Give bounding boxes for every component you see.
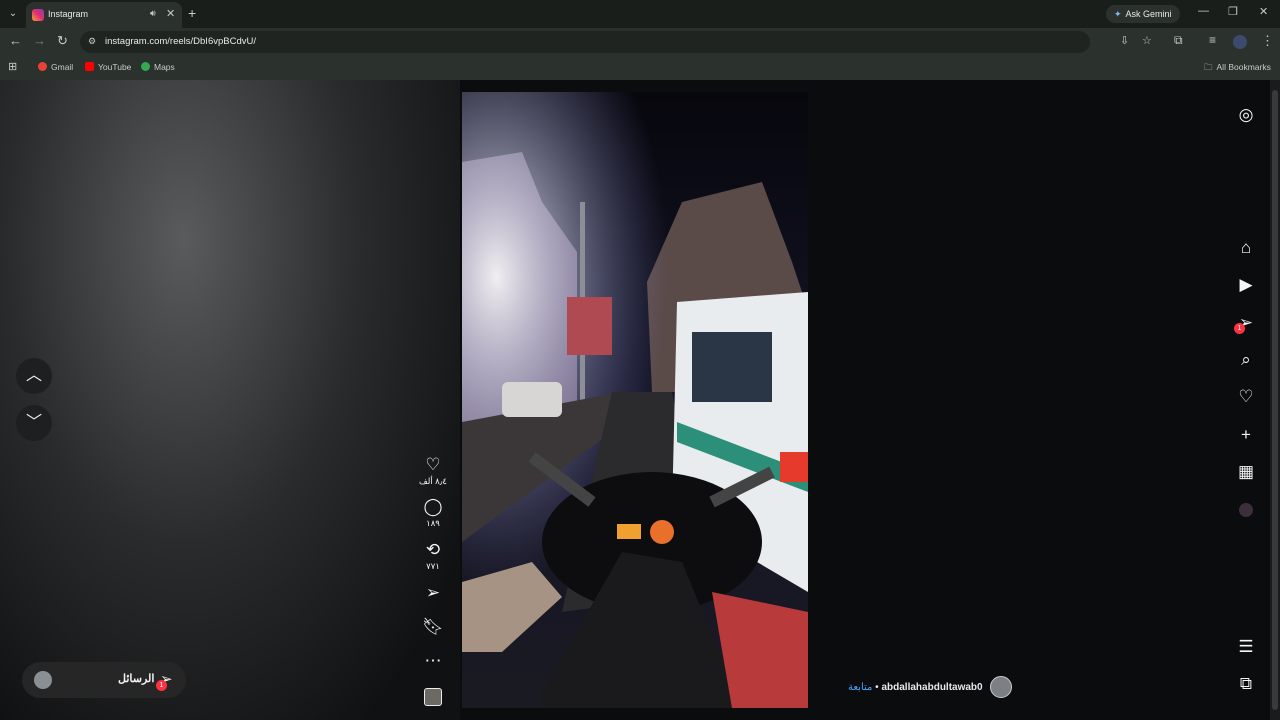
apps-grid-icon[interactable]: ⊞ <box>8 60 17 73</box>
site-info-icon[interactable]: ⚙ <box>88 36 100 48</box>
profile-avatar-small <box>1239 502 1253 517</box>
comment-bubble-icon: ◯ <box>423 497 443 516</box>
speaker-icon[interactable]: 🔊︎ <box>150 8 156 19</box>
reload-icon[interactable]: ↻ <box>57 33 68 49</box>
back-icon[interactable]: ← <box>9 33 22 48</box>
menu-kebab-icon[interactable]: ⋮ <box>1261 33 1274 49</box>
more-dots-icon: ⋯ <box>424 651 442 670</box>
chevron-down-icon: ﹀ <box>25 414 42 431</box>
also-from-meta-icon[interactable]: ⧉ <box>1232 670 1260 698</box>
extensions-icon[interactable]: ⧉ <box>1174 33 1183 48</box>
youtube-icon <box>85 62 94 71</box>
audio-thumbnail[interactable] <box>424 688 442 706</box>
bookmark-icon: 🔖︎ <box>422 617 444 636</box>
install-app-icon[interactable]: ⇩ <box>1120 34 1129 47</box>
bookmarks-bar: ⊞ Gmail YouTube Maps 🗀 All Bookmarks <box>0 56 1280 80</box>
profile-icon[interactable] <box>1232 495 1260 523</box>
bookmark-label: Maps <box>154 62 175 72</box>
restore-button[interactable]: ❐ <box>1228 5 1238 18</box>
follow-link[interactable]: متابعة <box>848 682 872 693</box>
bookmark-label: Gmail <box>51 62 74 72</box>
close-tab-icon[interactable]: ✕ <box>166 7 175 20</box>
scrollbar-thumb[interactable] <box>1272 90 1278 710</box>
all-bookmarks-label: All Bookmarks <box>1216 62 1271 72</box>
notifications-heart-icon[interactable]: ♡ <box>1232 383 1260 411</box>
media-controls-icon[interactable]: ≡ <box>1209 33 1216 47</box>
navigation-bar: ← → ↻ ⚙ instagram.com/reels/DbI6vpBCdvU/… <box>0 28 1280 56</box>
previous-reel-button[interactable]: ︿ <box>16 358 52 394</box>
repost-count: ٧٧١ <box>426 561 440 571</box>
all-bookmarks-button[interactable]: 🗀 All Bookmarks <box>1204 62 1271 76</box>
repost-icon: ⟲ <box>425 540 441 559</box>
bookmark-youtube[interactable]: YouTube <box>85 62 131 72</box>
instagram-favicon-icon <box>32 9 44 21</box>
folder-icon: 🗀 <box>1204 62 1213 72</box>
menu-hamburger-icon[interactable]: ☰ <box>1232 633 1260 661</box>
create-plus-icon[interactable]: + <box>1232 421 1260 449</box>
bookmark-maps[interactable]: Maps <box>141 62 175 72</box>
share-button[interactable]: ➢ <box>415 583 451 603</box>
home-icon[interactable]: ⌂ <box>1232 234 1260 262</box>
page-scrollbar[interactable] <box>1270 80 1280 720</box>
dashboard-icon[interactable]: ▦ <box>1232 458 1260 486</box>
search-icon[interactable]: ⌕ <box>1232 346 1260 374</box>
url-text: instagram.com/reels/DbI6vpBCdvU/ <box>105 36 256 47</box>
comment-button[interactable]: ◯ ١٨٩ <box>415 497 451 529</box>
close-window-button[interactable]: ✕ <box>1259 5 1268 18</box>
author-avatar[interactable] <box>990 676 1012 698</box>
repost-button[interactable]: ⟲ ٧٧١ <box>415 540 451 572</box>
reels-icon[interactable]: ▶ <box>1232 271 1260 299</box>
tab-bar: ⌄ Instagram 🔊︎ ✕ + ✦ Ask Gemini — ❐ ✕ <box>0 0 1280 28</box>
messages-avatar <box>34 671 52 689</box>
like-count: ٨٫٤ ألف <box>418 476 448 486</box>
heart-icon: ♡ <box>425 455 441 474</box>
minimize-button[interactable]: — <box>1198 5 1209 17</box>
tab-title: Instagram <box>48 9 89 19</box>
instagram-logo-icon[interactable]: ◎ <box>1232 101 1260 129</box>
messages-label: الرسائل <box>118 673 155 685</box>
author-username[interactable]: abdallahabdultawab0 <box>881 682 982 693</box>
next-reel-button[interactable]: ﹀ <box>16 405 52 441</box>
comment-count: ١٨٩ <box>426 518 440 528</box>
bookmark-gmail[interactable]: Gmail <box>38 62 73 72</box>
reels-page: ︿ ﹀ ♡ ٨٫٤ ألف ◯ ١٨٩ ⟲ ٧٧١ ➢ 🔖︎ ⋯ متابعة … <box>0 80 1270 720</box>
new-tab-button[interactable]: + <box>188 5 196 21</box>
bookmark-star-icon[interactable]: ☆ <box>1142 34 1152 47</box>
messages-nav-badge: 1 <box>1234 323 1245 334</box>
tab-search-button[interactable]: ⌄ <box>4 5 22 23</box>
paper-plane-icon: ➢ <box>425 583 441 602</box>
save-button[interactable]: 🔖︎ <box>415 617 451 637</box>
address-bar[interactable]: ⚙ instagram.com/reels/DbI6vpBCdvU/ ⇩ ☆ <box>80 31 1152 53</box>
messages-badge: 1 <box>156 680 167 691</box>
bookmark-label: YouTube <box>98 62 132 72</box>
ask-gemini-button[interactable]: ✦ Ask Gemini <box>1106 5 1180 23</box>
browser-chrome: ⌄ Instagram 🔊︎ ✕ + ✦ Ask Gemini — ❐ ✕ ← →… <box>0 0 1280 80</box>
reel-video[interactable]: 🔈︎ <box>462 92 808 708</box>
google-icon <box>38 62 47 71</box>
messages-button[interactable]: الرسائل ➢ 1 <box>22 662 186 698</box>
maps-pin-icon <box>141 62 150 71</box>
forward-icon[interactable]: → <box>33 33 46 48</box>
profile-avatar[interactable] <box>1233 35 1247 49</box>
chevron-up-icon: ︿ <box>25 367 42 384</box>
tab-instagram[interactable]: Instagram 🔊︎ ✕ <box>26 2 182 28</box>
ask-gemini-label: Ask Gemini <box>1125 9 1172 19</box>
more-options-button[interactable]: ⋯ <box>415 651 451 671</box>
video-frame-image <box>462 92 808 708</box>
background-blur <box>0 80 460 720</box>
reel-author: متابعة • abdallahabdultawab0 <box>848 678 983 698</box>
separator-dot: • <box>875 682 879 693</box>
like-button[interactable]: ♡ ٨٫٤ ألف <box>415 455 451 487</box>
gemini-spark-icon: ✦ <box>1114 9 1122 19</box>
